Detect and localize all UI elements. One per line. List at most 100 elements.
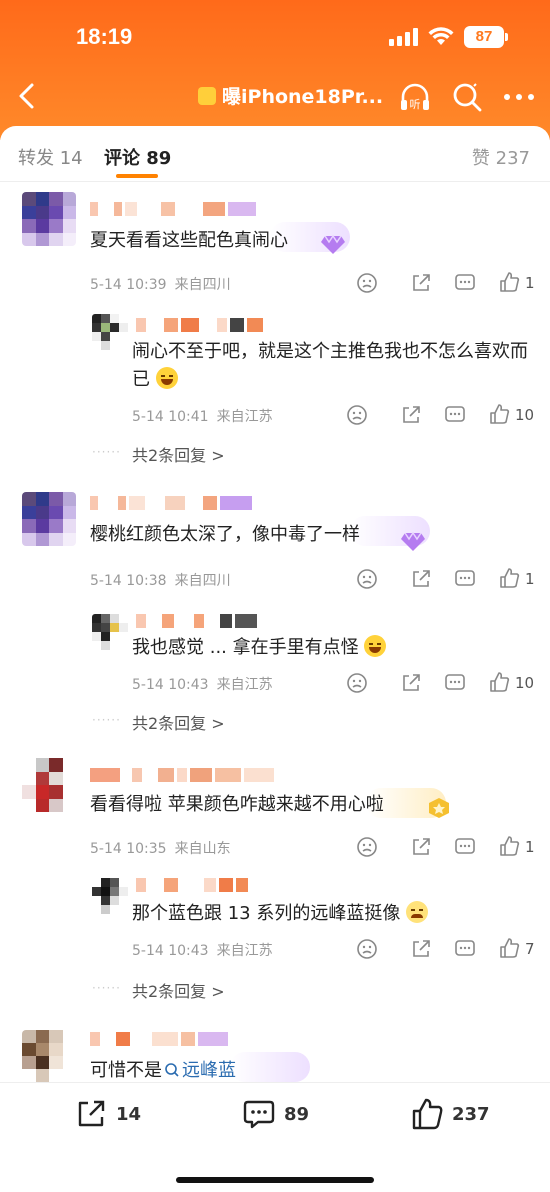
reply-location: 来自江苏 bbox=[216, 409, 273, 425]
search-icon[interactable] bbox=[450, 80, 484, 114]
laughing-emoji-icon bbox=[364, 635, 387, 657]
comment-time: 5-14 10:39 bbox=[90, 277, 167, 293]
tab-comments[interactable]: 评论 89 bbox=[104, 144, 171, 170]
like-icon[interactable] bbox=[488, 671, 510, 693]
reply-meta: 5-14 10:43 来自江苏 bbox=[132, 674, 273, 694]
more-replies-link[interactable]: 共2条回复 > bbox=[132, 978, 225, 1002]
username-blurred[interactable] bbox=[90, 768, 274, 784]
share-icon[interactable] bbox=[400, 672, 422, 694]
dislike-icon[interactable] bbox=[346, 672, 368, 694]
comment-text: 樱桃红颜色太深了，像中毒了一样 bbox=[90, 524, 360, 545]
dislike-icon[interactable] bbox=[356, 938, 378, 960]
like-icon[interactable] bbox=[498, 937, 520, 959]
more-replies-link[interactable]: 共2条回复 > bbox=[132, 710, 225, 734]
dislike-icon[interactable] bbox=[356, 836, 378, 858]
like-icon[interactable] bbox=[498, 835, 520, 857]
tab-likes[interactable]: 赞 237 bbox=[472, 144, 530, 170]
reply-avatar[interactable] bbox=[92, 314, 128, 350]
reply-time: 5-14 10:43 bbox=[132, 677, 209, 693]
like-icon[interactable] bbox=[498, 567, 520, 589]
topic-link[interactable]: 远峰蓝 bbox=[162, 1060, 236, 1081]
repost-count: 14 bbox=[116, 1103, 142, 1125]
comment-location: 来自山东 bbox=[174, 841, 231, 857]
reply-avatar[interactable] bbox=[92, 878, 128, 914]
like-count-total: 237 bbox=[452, 1103, 490, 1125]
like-count: 1 bbox=[525, 274, 535, 292]
share-icon[interactable] bbox=[410, 272, 432, 294]
reply-icon[interactable] bbox=[444, 672, 466, 694]
more-replies-link[interactable]: 共2条回复 > bbox=[132, 442, 225, 466]
share-icon[interactable] bbox=[410, 568, 432, 590]
reply-text: 那个蓝色跟 13 系列的远峰蓝挺像 bbox=[132, 900, 532, 928]
reply-text-body: 那个蓝色跟 13 系列的远峰蓝挺像 bbox=[132, 903, 401, 924]
reply-meta: 5-14 10:41 来自江苏 bbox=[132, 406, 273, 426]
listen-icon[interactable]: 听 bbox=[398, 80, 432, 114]
repost-icon bbox=[78, 1100, 105, 1127]
battery-indicator: 87 bbox=[464, 26, 508, 48]
avatar[interactable] bbox=[22, 192, 76, 246]
reply-location: 来自江苏 bbox=[216, 943, 273, 959]
like-icon bbox=[412, 1098, 443, 1130]
like-icon[interactable] bbox=[488, 403, 510, 425]
like-count: 1 bbox=[525, 570, 535, 588]
reply-avatar[interactable] bbox=[92, 614, 128, 650]
comment-item: 樱桃红颜色太深了，像中毒了一样 5-14 10:38 来自四川 1 我也感觉 ..… bbox=[0, 492, 550, 742]
like-icon[interactable] bbox=[498, 271, 520, 293]
tab-active-indicator bbox=[116, 174, 158, 178]
like-count: 1 bbox=[525, 838, 535, 856]
comment-meta: 5-14 10:38 来自四川 bbox=[90, 570, 231, 590]
username-blurred[interactable] bbox=[90, 202, 256, 218]
avatar[interactable] bbox=[22, 492, 76, 546]
reply-icon[interactable] bbox=[454, 272, 476, 294]
search-icon bbox=[165, 1063, 179, 1077]
more-dots: ······ bbox=[92, 445, 121, 459]
reply-text: 闹心不至于吧，就是这个主推色我也不怎么喜欢而已 bbox=[132, 338, 532, 394]
listen-label: 听 bbox=[410, 98, 421, 111]
more-dots: ······ bbox=[92, 981, 121, 995]
comment-location: 来自四川 bbox=[174, 573, 231, 589]
dislike-icon[interactable] bbox=[356, 272, 378, 294]
comment-meta: 5-14 10:35 来自山东 bbox=[90, 838, 231, 858]
avatar[interactable] bbox=[22, 758, 76, 812]
reply-username-blurred[interactable] bbox=[136, 614, 257, 630]
comment-text: 夏天看看这些配色真闹心 bbox=[90, 230, 288, 251]
reply-username-blurred[interactable] bbox=[136, 878, 248, 894]
reply-icon[interactable] bbox=[454, 938, 476, 960]
dislike-icon[interactable] bbox=[356, 568, 378, 590]
home-indicator bbox=[176, 1177, 374, 1183]
like-count: 10 bbox=[515, 674, 535, 692]
reply-username-blurred[interactable] bbox=[136, 318, 263, 334]
hot-badge-icon bbox=[198, 86, 216, 105]
repost-button[interactable]: 14 bbox=[74, 1097, 141, 1131]
topic-link-text: 远峰蓝 bbox=[182, 1060, 236, 1081]
avatar[interactable] bbox=[22, 1030, 76, 1082]
reply-icon[interactable] bbox=[454, 568, 476, 590]
tab-repost[interactable]: 转发 14 bbox=[18, 144, 83, 170]
comment-button[interactable]: 89 bbox=[242, 1097, 309, 1131]
share-icon[interactable] bbox=[410, 938, 432, 960]
pleading-emoji-icon bbox=[406, 901, 429, 923]
share-icon[interactable] bbox=[400, 404, 422, 426]
back-button[interactable] bbox=[12, 80, 44, 112]
username-blurred[interactable] bbox=[90, 1032, 228, 1048]
more-options-icon[interactable] bbox=[502, 80, 536, 114]
comment-text: 可惜不是 远峰蓝 bbox=[90, 1056, 236, 1082]
comment-count: 89 bbox=[284, 1103, 310, 1125]
reply-text-body: 闹心不至于吧，就是这个主推色我也不怎么喜欢而已 bbox=[132, 341, 528, 390]
comment-time: 5-14 10:35 bbox=[90, 841, 167, 857]
tab-bar: 转发 14 评论 89 赞 237 bbox=[0, 126, 550, 182]
dislike-icon[interactable] bbox=[346, 404, 368, 426]
diamond-badge-icon bbox=[321, 234, 345, 254]
reply-meta: 5-14 10:43 来自江苏 bbox=[132, 940, 273, 960]
share-icon[interactable] bbox=[410, 836, 432, 858]
username-blurred[interactable] bbox=[90, 496, 252, 512]
reply-icon[interactable] bbox=[444, 404, 466, 426]
like-count: 7 bbox=[525, 940, 535, 958]
diamond-badge-icon bbox=[401, 531, 425, 551]
post-title[interactable]: 曝iPhone18Pr... bbox=[198, 82, 388, 109]
reply-icon[interactable] bbox=[454, 836, 476, 858]
wifi-icon bbox=[428, 27, 454, 45]
comment-text-prefix: 可惜不是 bbox=[90, 1060, 162, 1081]
like-button[interactable]: 237 bbox=[410, 1097, 490, 1131]
gold-badge-icon bbox=[429, 798, 449, 818]
